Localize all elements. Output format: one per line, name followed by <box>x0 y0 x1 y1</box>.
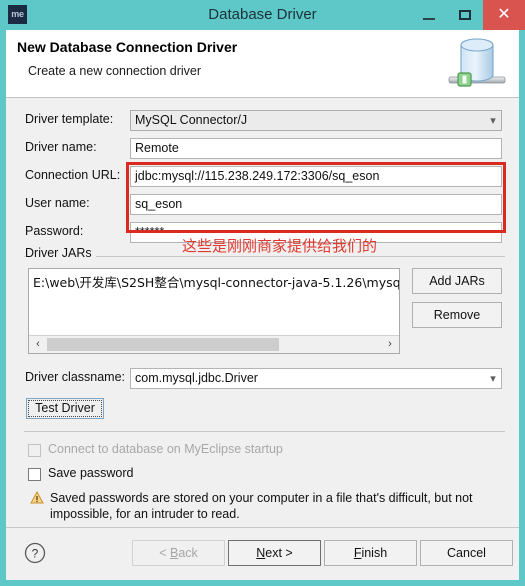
list-item[interactable]: E:\web\开发库\S2SH整合\mysql-connector-java-5… <box>33 272 399 291</box>
help-icon[interactable]: ? <box>24 542 46 564</box>
title-bar[interactable]: me Database Driver ✕ <box>0 0 525 30</box>
dialog-body: Driver template: MySQL Connector/J ▾ Dri… <box>6 98 519 527</box>
driver-classname-select[interactable]: com.mysql.jdbc.Driver <box>130 368 502 389</box>
driver-name-input[interactable]: Remote <box>130 138 502 159</box>
connect-on-startup-checkbox <box>28 444 41 457</box>
connection-url-label: Connection URL: <box>25 168 121 182</box>
chevron-down-icon[interactable]: ▾ <box>486 114 500 128</box>
driver-name-label: Driver name: <box>25 140 97 154</box>
remove-jar-button[interactable]: Remove <box>412 302 502 328</box>
driver-template-select[interactable]: MySQL Connector/J <box>130 110 502 131</box>
minimize-button[interactable] <box>411 0 447 30</box>
driver-template-label: Driver template: <box>25 112 114 126</box>
minimize-icon <box>423 18 435 20</box>
dialog-header: New Database Connection Driver Create a … <box>6 30 519 98</box>
svg-text:?: ? <box>32 547 39 561</box>
page-subtitle: Create a new connection driver <box>28 64 202 78</box>
annotation-text: 这些是刚刚商家提供给我们的 <box>182 237 378 255</box>
user-name-label: User name: <box>25 196 90 210</box>
database-icon <box>448 38 506 87</box>
save-password-checkbox[interactable] <box>28 468 41 481</box>
page-title: New Database Connection Driver <box>17 39 238 55</box>
close-icon: ✕ <box>497 6 511 23</box>
warning-icon <box>30 491 44 504</box>
warning-text: Saved passwords are stored on your compu… <box>50 491 473 521</box>
dialog-footer: ? < Back Next > Finish Cancel <box>6 527 519 580</box>
connect-on-startup-label: Connect to database on MyEclipse startup <box>48 442 283 456</box>
horizontal-scrollbar[interactable]: ‹ › <box>29 335 399 353</box>
scroll-left-icon[interactable]: ‹ <box>30 336 46 353</box>
database-driver-dialog: me Database Driver ✕ New Database Connec… <box>0 0 525 586</box>
back-mnemonic: B <box>169 546 179 560</box>
finish-button[interactable]: Finish <box>324 540 417 566</box>
close-button[interactable]: ✕ <box>483 0 525 30</box>
finish-mnemonic: F <box>353 546 362 560</box>
back-button: < Back <box>132 540 225 566</box>
maximize-icon <box>459 10 471 20</box>
connection-url-input[interactable]: jdbc:mysql://115.238.249.172:3306/sq_eso… <box>130 166 502 187</box>
driver-jars-list[interactable]: E:\web\开发库\S2SH整合\mysql-connector-java-5… <box>28 268 400 354</box>
driver-classname-label: Driver classname: <box>25 370 126 384</box>
next-button[interactable]: Next > <box>228 540 321 566</box>
section-divider <box>24 256 505 257</box>
scrollbar-thumb[interactable] <box>47 338 279 351</box>
chevron-down-icon[interactable]: ▾ <box>486 372 500 386</box>
add-jars-button[interactable]: Add JARs <box>412 268 502 294</box>
cancel-button[interactable]: Cancel <box>420 540 513 566</box>
driver-jars-label: Driver JARs <box>25 246 96 260</box>
next-mnemonic: N <box>256 546 266 560</box>
save-password-label[interactable]: Save password <box>48 466 133 480</box>
test-driver-button[interactable]: Test Driver <box>26 398 104 419</box>
scroll-right-icon[interactable]: › <box>382 336 398 353</box>
password-label: Password: <box>25 224 84 238</box>
section-divider <box>24 431 505 432</box>
user-name-input[interactable]: sq_eson <box>130 194 502 215</box>
maximize-button[interactable] <box>447 0 483 30</box>
